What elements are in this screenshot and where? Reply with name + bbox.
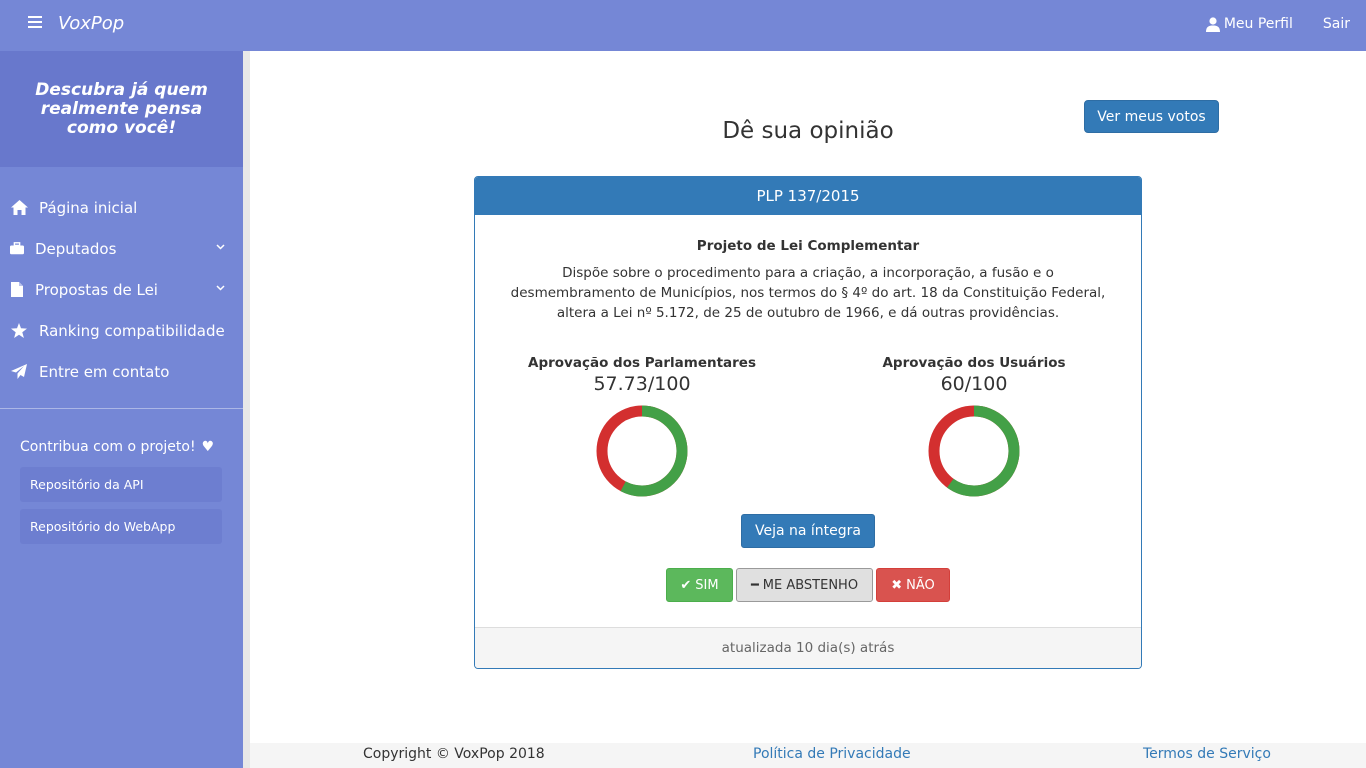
send-icon xyxy=(10,363,28,381)
vote-no-label: NÃO xyxy=(906,577,935,593)
parliament-donut-chart xyxy=(596,405,688,497)
sidebar-item-ranking[interactable]: Ranking compatibilidade xyxy=(0,310,243,351)
page-title: Dê sua opinião xyxy=(722,118,894,144)
proposal-type: Projeto de Lei Complementar xyxy=(696,238,920,254)
logout-link[interactable]: Sair xyxy=(1323,16,1350,32)
navbar-right: Meu Perfil Sair xyxy=(1205,16,1350,32)
proposal-updated: atualizada 10 dia(s) atrás xyxy=(475,627,1141,668)
sidebar-nav: Página inicial Deputados Propostas de Le… xyxy=(0,187,243,392)
approval-stats: Aprovação dos Parlamentares 57.73/100 Ap… xyxy=(475,323,1141,503)
proposal-card: PLP 137/2015 Projeto de Lei Complementar… xyxy=(474,176,1142,669)
footer: Copyright © VoxPop 2018 Política de Priv… xyxy=(250,743,1366,768)
chevron-down-icon[interactable] xyxy=(216,242,225,251)
sidebar-item-propostas[interactable]: Propostas de Lei xyxy=(0,269,243,310)
full-text-button[interactable]: Veja na íntegra xyxy=(741,514,875,548)
sidebar-item-label: Página inicial xyxy=(39,198,138,217)
tagline-box: Descubra já quem realmente pensa como vo… xyxy=(0,51,243,167)
vote-abstain-button[interactable]: ━ ME ABSTENHO xyxy=(736,568,873,602)
users-donut-chart xyxy=(928,405,1020,497)
vote-abstain-label: ME ABSTENHO xyxy=(762,577,859,593)
file-icon xyxy=(10,281,24,299)
users-approval-label: Aprovação dos Usuários xyxy=(882,355,1066,371)
top-navbar: VoxPop Meu Perfil Sair xyxy=(0,0,1366,51)
sidebar: Descubra já quem realmente pensa como vo… xyxy=(0,51,243,768)
sidebar-item-label: Ranking compatibilidade xyxy=(39,321,225,340)
sidebar-item-home[interactable]: Página inicial xyxy=(0,187,243,228)
user-icon xyxy=(1205,16,1220,32)
vote-no-button[interactable]: ✖ NÃO xyxy=(876,568,950,602)
tagline: Descubra já quem realmente pensa como vo… xyxy=(35,79,208,138)
heart-icon: ♥ xyxy=(201,439,215,455)
users-approval-score: 60/100 xyxy=(940,373,1008,395)
parliament-approval: Aprovação dos Parlamentares 57.73/100 xyxy=(512,323,772,497)
profile-link[interactable]: Meu Perfil xyxy=(1205,16,1293,32)
vote-yes-label: SIM xyxy=(695,577,719,593)
repo-api-button[interactable]: Repositório da API xyxy=(20,467,222,502)
sidebar-item-label: Entre em contato xyxy=(39,362,170,381)
privacy-link[interactable]: Política de Privacidade xyxy=(753,746,911,762)
star-icon xyxy=(10,322,28,340)
sidebar-item-label: Deputados xyxy=(35,239,117,258)
profile-label: Meu Perfil xyxy=(1223,16,1293,32)
vote-yes-button[interactable]: ✔ SIM xyxy=(666,568,733,602)
terms-link[interactable]: Termos de Serviço xyxy=(1143,746,1271,762)
contribute-text: Contribua com o projeto! xyxy=(20,439,196,455)
sidebar-item-contato[interactable]: Entre em contato xyxy=(0,351,243,392)
main-content: Ver meus votos Dê sua opinião PLP 137/20… xyxy=(250,51,1366,743)
parliament-approval-score: 57.73/100 xyxy=(593,373,691,395)
close-icon: ✖ xyxy=(891,577,903,593)
users-approval: Aprovação dos Usuários 60/100 xyxy=(844,323,1104,497)
chevron-down-icon[interactable] xyxy=(216,283,225,292)
proposal-code: PLP 137/2015 xyxy=(475,177,1141,215)
sidebar-item-deputados[interactable]: Deputados xyxy=(0,228,243,269)
brand-logo[interactable]: VoxPop xyxy=(58,13,124,34)
sidebar-item-label: Propostas de Lei xyxy=(35,280,158,299)
briefcase-icon xyxy=(10,240,24,258)
repo-webapp-button[interactable]: Repositório do WebApp xyxy=(20,509,222,544)
sidebar-divider xyxy=(0,408,243,409)
minus-icon: ━ xyxy=(750,577,759,593)
vote-buttons: ✔ SIM ━ ME ABSTENHO ✖ NÃO xyxy=(666,568,953,602)
home-icon xyxy=(10,199,28,217)
check-icon: ✔ xyxy=(680,577,692,593)
contribute-label: Contribua com o projeto! ♥ xyxy=(0,439,243,455)
sidebar-edge xyxy=(243,51,250,768)
parliament-approval-label: Aprovação dos Parlamentares xyxy=(528,355,756,371)
copyright-text: Copyright © VoxPop 2018 xyxy=(363,746,545,762)
hamburger-menu-icon[interactable] xyxy=(28,16,42,28)
proposal-description: Dispõe sobre o procedimento para a criaç… xyxy=(510,265,1106,321)
